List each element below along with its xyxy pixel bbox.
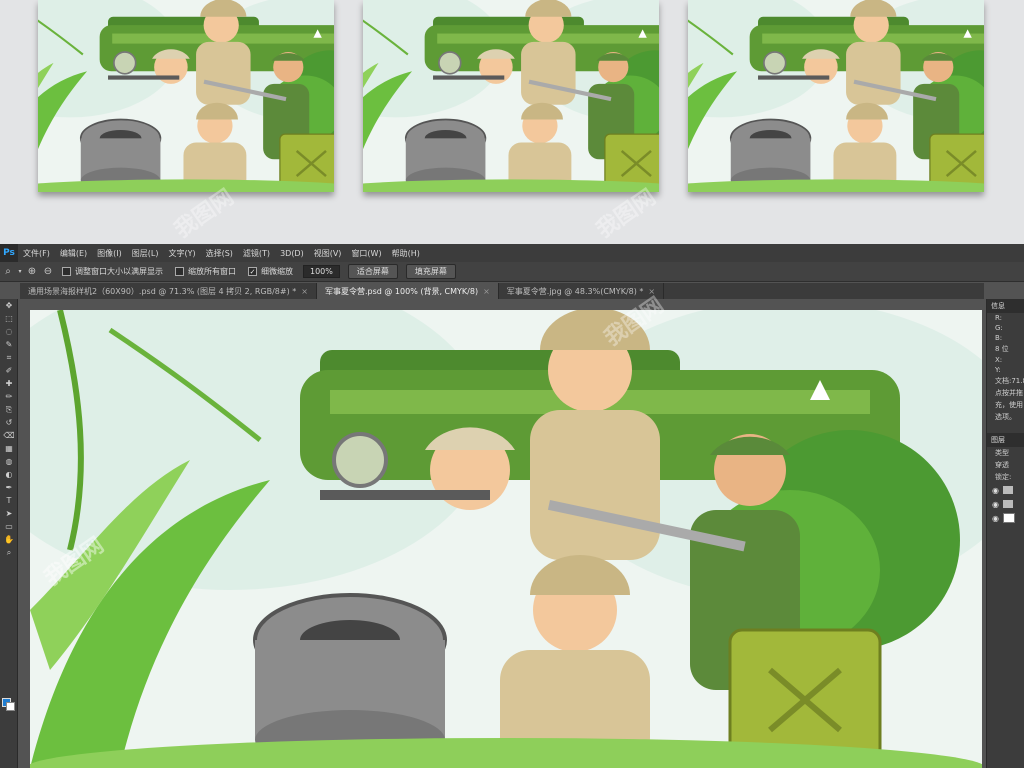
close-icon[interactable]: ×: [301, 287, 308, 296]
tab-document-2[interactable]: 军事夏令营.psd @ 100% (背景, CMYK/8) ×: [316, 283, 499, 299]
info-line: 点按并拖: [995, 389, 1023, 397]
document-canvas[interactable]: [30, 310, 982, 768]
info-line: 充，使用: [995, 401, 1023, 409]
layer-row[interactable]: ◉: [987, 497, 1024, 511]
zoom-icon[interactable]: ⌕: [0, 546, 18, 559]
zoom-all-checkbox[interactable]: 缩放所有窗口: [175, 266, 236, 277]
menu-window[interactable]: 窗口(W): [346, 248, 386, 259]
layer-filter[interactable]: 类型: [987, 447, 1024, 459]
background-color-swatch[interactable]: [6, 702, 15, 711]
tab-label: 军事夏令营.psd @ 100% (背景, CMYK/8): [324, 286, 479, 296]
right-panels: 信息 R: G: B: 8 位 X: Y: 文档:71.8 点按并拖充，使用选项。 图层 类型…: [986, 299, 1024, 768]
eye-icon[interactable]: ◉: [992, 514, 999, 523]
gradient-icon[interactable]: ▦: [0, 442, 18, 455]
checkbox-box[interactable]: [175, 267, 184, 276]
screen: 我图网 我图网 Ps 文件(F) 编辑(E) 图像(I) 图层(L) 文字(Y)…: [0, 0, 1024, 768]
type-icon[interactable]: T: [0, 494, 18, 507]
eye-icon[interactable]: ◉: [992, 486, 999, 495]
menu-3d[interactable]: 3D(D): [275, 249, 309, 258]
options-bar: ⌕ ▾ ⊕ ⊖ 调整窗口大小以满屏显示 缩放所有窗口 ✓ 细微缩放 100% 适合…: [0, 262, 1024, 282]
layer-row[interactable]: ◉: [987, 483, 1024, 497]
lock-row: 锁定:: [987, 471, 1024, 483]
checkbox-box[interactable]: [62, 267, 71, 276]
info-line: Y:: [995, 366, 1001, 374]
tools-panel: ✥ ⬚ ◌ ✎ ⌗ ✐ ✚ ✏ ⎘ ↺ ⌫ ▦ ◍ ◐ ✒ T ➤ ▭ ✋ ⌕: [0, 299, 18, 768]
tab-label: 通用场景海报样机2（60X90）.psd @ 71.3% (图层 4 拷贝 2,…: [28, 286, 297, 296]
blend-mode-select[interactable]: 穿透: [987, 459, 1024, 471]
blend-mode-value: 穿透: [995, 461, 1009, 469]
info-line: 8 位: [995, 345, 1009, 353]
poster-preview-3: [688, 0, 984, 192]
filter-label: 类型: [995, 449, 1009, 457]
menu-filter[interactable]: 滤镜(T): [238, 248, 275, 259]
blur-icon[interactable]: ◍: [0, 455, 18, 468]
history-brush-icon[interactable]: ↺: [0, 416, 18, 429]
eraser-icon[interactable]: ⌫: [0, 429, 18, 442]
folder-icon: [1002, 500, 1013, 508]
heal-icon[interactable]: ✚: [0, 377, 18, 390]
poster-preview-2: [363, 0, 659, 192]
marquee-icon[interactable]: ⬚: [0, 312, 18, 325]
checkbox-label: 调整窗口大小以满屏显示: [75, 267, 163, 276]
menu-help[interactable]: 帮助(H): [387, 248, 425, 259]
info-line: B:: [995, 334, 1003, 342]
stamp-icon[interactable]: ⎘: [0, 403, 18, 416]
checkbox-box[interactable]: ✓: [248, 267, 257, 276]
menu-view[interactable]: 视图(V): [309, 248, 347, 259]
close-icon[interactable]: ×: [648, 287, 655, 296]
layer-thumbnail: [1002, 513, 1015, 523]
menu-type[interactable]: 文字(Y): [163, 248, 200, 259]
menu-layer[interactable]: 图层(L): [127, 248, 164, 259]
scrubby-zoom-checkbox[interactable]: ✓ 细微缩放: [248, 266, 293, 277]
poster-preview-1: [38, 0, 334, 192]
fit-windows-checkbox[interactable]: 调整窗口大小以满屏显示: [62, 266, 163, 277]
layer-row[interactable]: ◉: [987, 511, 1024, 525]
chevron-down-icon[interactable]: ▾: [16, 264, 24, 280]
menu-select[interactable]: 选择(S): [201, 248, 238, 259]
move-icon[interactable]: ✥: [0, 299, 18, 312]
tab-label: 军事夏令营.jpg @ 48.3%(CMYK/8) *: [506, 286, 644, 296]
zoom-out-icon[interactable]: ⊖: [40, 264, 56, 280]
info-line: X:: [995, 356, 1003, 364]
brush-icon[interactable]: ✏: [0, 390, 18, 403]
checkbox-label: 细微缩放: [261, 267, 293, 276]
info-line: 文档:71.8: [995, 377, 1024, 385]
shape-icon[interactable]: ▭: [0, 520, 18, 533]
zoom-tool-icon[interactable]: ⌕: [0, 264, 16, 280]
dodge-icon[interactable]: ◐: [0, 468, 18, 481]
pen-icon[interactable]: ✒: [0, 481, 18, 494]
folder-icon: [1002, 486, 1013, 494]
zoom-in-icon[interactable]: ⊕: [24, 264, 40, 280]
crop-icon[interactable]: ⌗: [0, 351, 18, 364]
hand-icon[interactable]: ✋: [0, 533, 18, 546]
info-line: 选项。: [995, 413, 1016, 421]
photoshop-window: Ps 文件(F) 编辑(E) 图像(I) 图层(L) 文字(Y) 选择(S) 滤…: [0, 244, 1024, 768]
preview-strip: 我图网 我图网: [0, 0, 1024, 246]
info-panel: R: G: B: 8 位 X: Y: 文档:71.8 点按并拖充，使用选项。: [987, 313, 1024, 423]
menu-edit[interactable]: 编辑(E): [55, 248, 92, 259]
fit-screen-button[interactable]: 适合屏幕: [347, 264, 398, 279]
close-icon[interactable]: ×: [483, 287, 490, 296]
eyedropper-icon[interactable]: ✐: [0, 364, 18, 377]
path-select-icon[interactable]: ➤: [0, 507, 18, 520]
info-panel-tab[interactable]: 信息: [987, 299, 1024, 313]
photoshop-logo: Ps: [0, 244, 18, 262]
menu-file[interactable]: 文件(F): [18, 248, 55, 259]
tab-document-3[interactable]: 军事夏令营.jpg @ 48.3%(CMYK/8) * ×: [499, 283, 665, 299]
eye-icon[interactable]: ◉: [992, 500, 999, 509]
menu-bar: Ps 文件(F) 编辑(E) 图像(I) 图层(L) 文字(Y) 选择(S) 滤…: [0, 244, 1024, 262]
lock-label: 锁定:: [995, 473, 1012, 481]
document-tabs: 通用场景海报样机2（60X90）.psd @ 71.3% (图层 4 拷贝 2,…: [20, 283, 984, 299]
menu-image[interactable]: 图像(I): [92, 248, 127, 259]
fill-screen-button[interactable]: 填充屏幕: [405, 264, 456, 279]
layers-panel-tab[interactable]: 图层: [987, 433, 1024, 447]
lasso-icon[interactable]: ◌: [0, 325, 18, 338]
info-line: R:: [995, 314, 1003, 322]
quick-select-icon[interactable]: ✎: [0, 338, 18, 351]
tab-document-1[interactable]: 通用场景海报样机2（60X90）.psd @ 71.3% (图层 4 拷贝 2,…: [20, 283, 317, 299]
zoom-percent-field[interactable]: 100%: [303, 265, 340, 278]
info-line: G:: [995, 324, 1003, 332]
checkbox-label: 缩放所有窗口: [188, 267, 236, 276]
